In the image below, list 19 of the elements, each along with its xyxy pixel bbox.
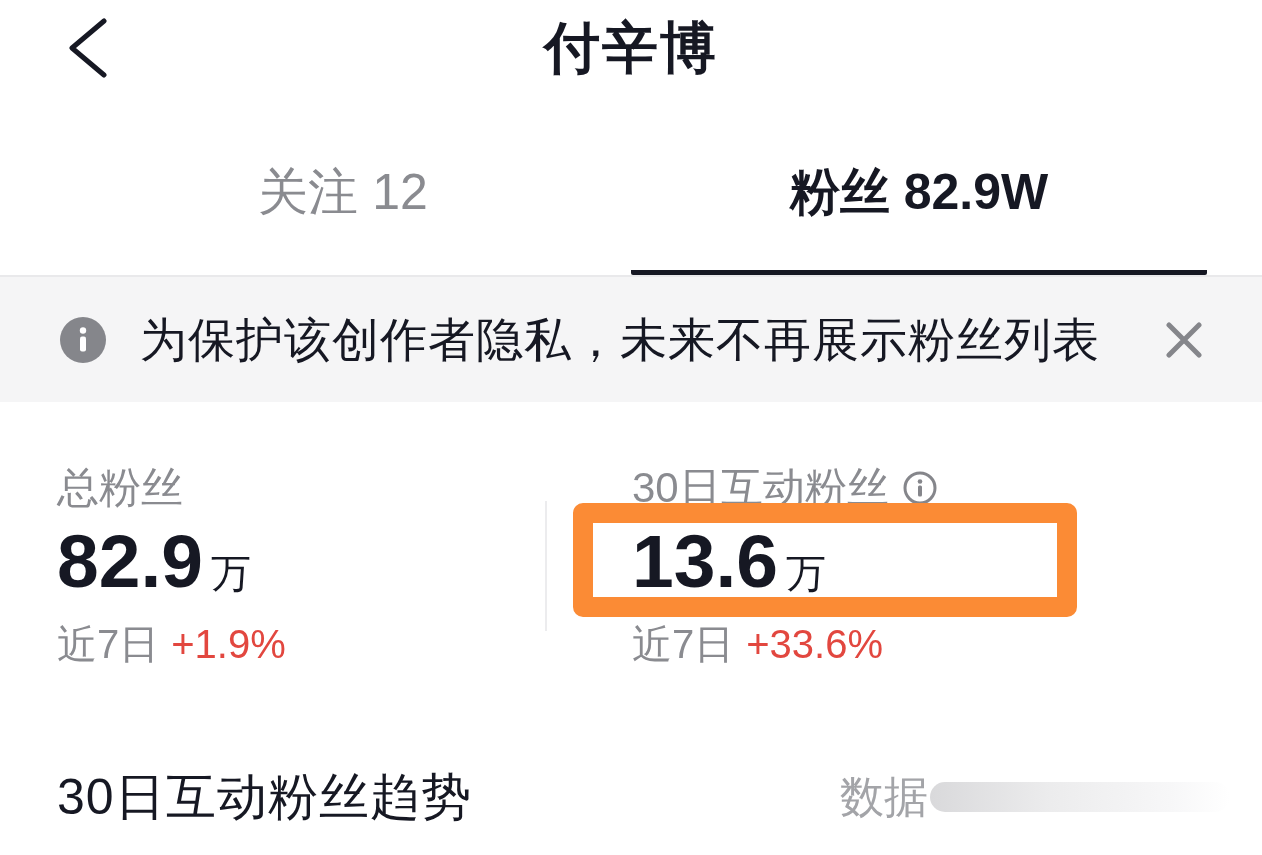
stat-value: 13.6	[632, 518, 778, 604]
info-icon[interactable]	[902, 471, 937, 505]
close-button[interactable]	[1166, 321, 1202, 358]
close-icon	[1166, 321, 1202, 358]
data-note: 数据	[840, 771, 928, 823]
period-label: 近7日	[57, 621, 160, 668]
period-label: 近7日	[632, 621, 735, 668]
back-button[interactable]	[68, 17, 108, 78]
stat-label: 总粉丝	[57, 464, 183, 512]
change-value: +33.6%	[746, 621, 884, 668]
section-title: 30日互动粉丝趋势	[57, 768, 472, 827]
change-value: +1.9%	[171, 621, 286, 668]
stat-value: 82.9	[57, 518, 203, 604]
chevron-left-icon	[68, 17, 108, 78]
stat-unit: 万	[786, 550, 826, 597]
info-icon	[60, 316, 106, 363]
notice-text: 为保护该创作者隐私，未来不再展示粉丝列表	[140, 311, 1100, 368]
page-title: 付辛博	[544, 15, 718, 80]
stat-unit: 万	[211, 550, 251, 597]
